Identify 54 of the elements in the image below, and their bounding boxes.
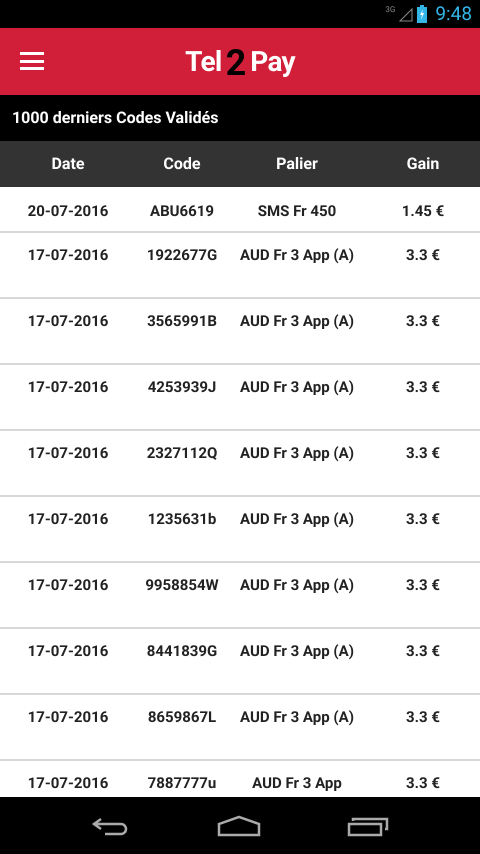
table-cell: 17-07-2016	[28, 641, 108, 661]
logo-number: 2	[226, 42, 246, 82]
table-cell: 8659867L	[148, 707, 216, 727]
menu-button[interactable]	[20, 52, 44, 70]
table-cell: 4253939J	[148, 377, 216, 397]
table-cell: 17-07-2016	[28, 311, 108, 331]
table-cell: 8441839G	[146, 641, 218, 661]
table-cell: 3.3 €	[406, 707, 440, 727]
table-cell: 7887777u	[148, 773, 216, 793]
table-cell: 3.3 €	[406, 377, 440, 397]
table-cell: 3.3 €	[406, 509, 440, 529]
table-cell: 1922677G	[146, 245, 218, 265]
table-cell-text: AUD Fr 3 App (A)	[239, 641, 355, 661]
table-cell: 3.3 €	[406, 773, 440, 793]
table-cell: 3565991B	[147, 311, 217, 331]
table-cell: 17-07-2016	[28, 509, 108, 529]
table-cell: 3.3 €	[406, 311, 440, 331]
table-cell: 3.3 €	[406, 245, 440, 265]
signal-icon	[399, 6, 414, 22]
network-label: 3G	[385, 4, 396, 16]
table-cell: 3.3 €	[406, 443, 440, 463]
table-cell-text: AUD Fr 3 App (A)	[239, 443, 355, 463]
table-cell: 17-07-2016	[28, 377, 108, 397]
battery-icon	[417, 5, 428, 23]
table-cell: 17-07-2016	[28, 773, 108, 793]
table-cell: 2327112Q	[146, 443, 218, 463]
table-cell: 17-07-2016	[28, 707, 108, 727]
table-cell: 3.3 €	[406, 641, 440, 661]
table-cell-text: AUD Fr 3 App (A)	[239, 311, 355, 331]
table-cell-text: AUD Fr 3 App	[251, 773, 343, 793]
table-cell: ABU6619	[150, 201, 214, 221]
table-cell: 17-07-2016	[28, 575, 108, 595]
table-cell: 1235631b	[148, 509, 216, 529]
table-cell-text: AUD Fr 3 App (A)	[239, 575, 355, 595]
column-header: Code	[163, 153, 201, 175]
column-header: Date	[51, 153, 84, 175]
column-header: Gain	[406, 153, 440, 175]
table-cell: 3.3 €	[406, 575, 440, 595]
home-icon[interactable]	[217, 814, 261, 836]
table-cell: 17-07-2016	[28, 245, 108, 265]
page-title: 1000 derniers Codes Validés	[12, 107, 218, 129]
table-cell-text: AUD Fr 3 App (A)	[239, 509, 355, 529]
logo-text: Pay	[250, 44, 295, 80]
table-cell: 17-07-2016	[28, 443, 108, 463]
logo-text: Tel	[185, 44, 222, 80]
clock-time: 9:48	[435, 0, 472, 27]
table-cell-text: AUD Fr 3 App (A)	[239, 245, 355, 265]
table-cell: 20-07-2016	[28, 201, 108, 221]
table-cell-text: SMS Fr 450	[256, 201, 338, 221]
table-cell: 1.45 €	[402, 201, 444, 221]
table-cell: 9958854W	[145, 575, 219, 595]
table-cell-text: AUD Fr 3 App (A)	[239, 707, 355, 727]
table-cell-text: AUD Fr 3 App (A)	[239, 377, 355, 397]
column-header: Palier	[276, 153, 318, 175]
